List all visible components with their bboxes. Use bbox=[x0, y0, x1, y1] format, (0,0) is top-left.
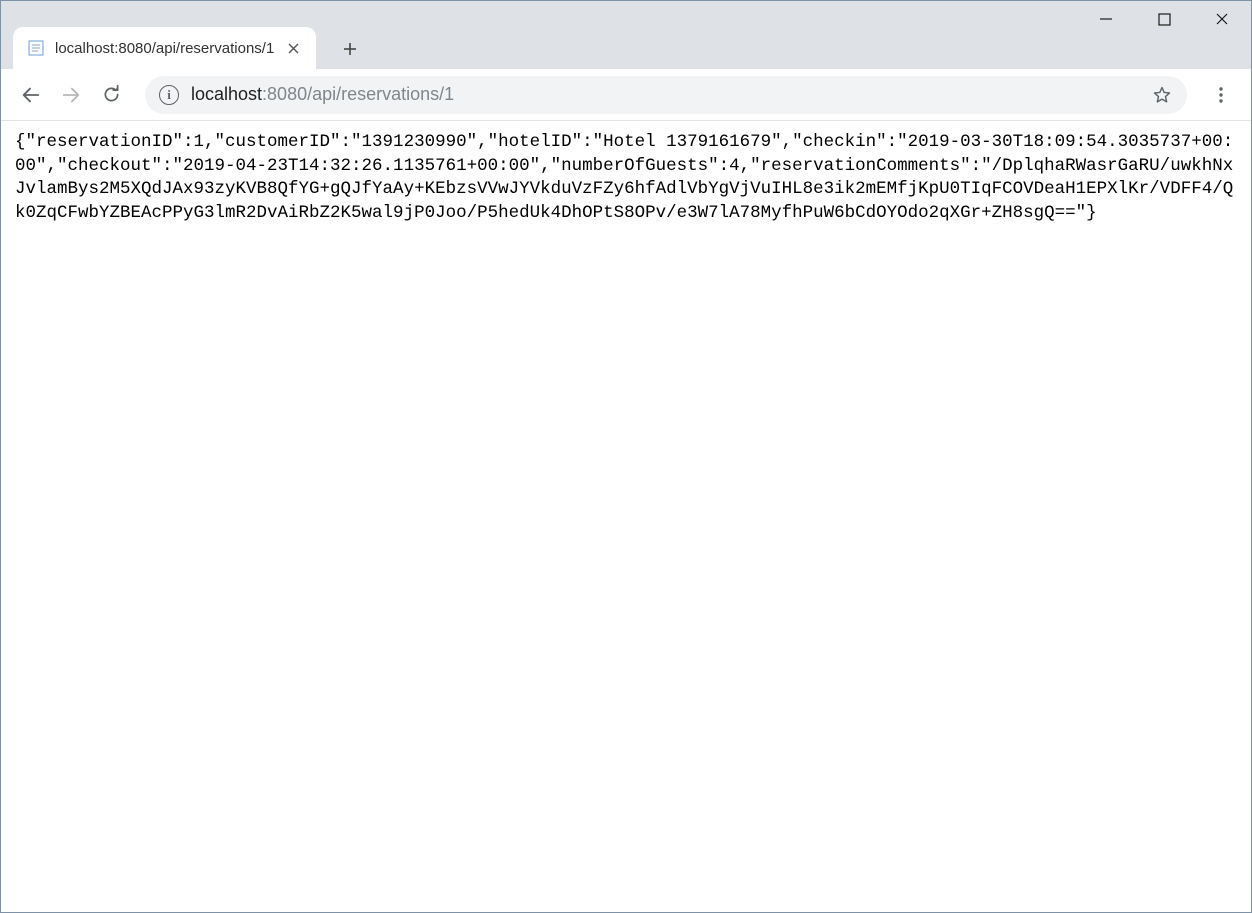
back-button[interactable] bbox=[11, 75, 51, 115]
reload-button[interactable] bbox=[91, 75, 131, 115]
url-host: localhost bbox=[191, 84, 262, 104]
tab-title: localhost:8080/api/reservations/1 bbox=[55, 40, 274, 57]
kebab-menu-icon bbox=[1212, 86, 1230, 104]
menu-button[interactable] bbox=[1201, 75, 1241, 115]
maximize-button[interactable] bbox=[1135, 1, 1193, 37]
arrow-right-icon bbox=[60, 84, 82, 106]
maximize-icon bbox=[1158, 13, 1171, 26]
tab-close-button[interactable] bbox=[284, 39, 302, 57]
close-icon bbox=[288, 43, 299, 54]
viewport: {"reservationID":1,"customerID":"1391230… bbox=[1, 121, 1251, 912]
browser-window: localhost:8080/api/reservations/1 i loca… bbox=[0, 0, 1252, 913]
new-tab-button[interactable] bbox=[332, 31, 368, 67]
window-controls bbox=[1077, 1, 1251, 37]
forward-button[interactable] bbox=[51, 75, 91, 115]
tab-strip: localhost:8080/api/reservations/1 bbox=[13, 23, 368, 69]
close-icon bbox=[1215, 12, 1229, 26]
window-close-button[interactable] bbox=[1193, 1, 1251, 37]
star-icon bbox=[1152, 85, 1172, 105]
plus-icon bbox=[342, 41, 358, 57]
url-path: :8080/api/reservations/1 bbox=[262, 84, 454, 104]
bookmark-button[interactable] bbox=[1151, 84, 1173, 106]
toolbar: i localhost:8080/api/reservations/1 bbox=[1, 69, 1251, 121]
address-bar[interactable]: i localhost:8080/api/reservations/1 bbox=[145, 76, 1187, 114]
titlebar: localhost:8080/api/reservations/1 bbox=[1, 1, 1251, 69]
minimize-button[interactable] bbox=[1077, 1, 1135, 37]
url-text: localhost:8080/api/reservations/1 bbox=[191, 84, 1139, 105]
site-info-icon[interactable]: i bbox=[159, 85, 179, 105]
page-favicon-icon bbox=[27, 39, 45, 57]
reload-icon bbox=[101, 84, 122, 105]
arrow-left-icon bbox=[20, 84, 42, 106]
response-body: {"reservationID":1,"customerID":"1391230… bbox=[15, 131, 1237, 226]
tab-active[interactable]: localhost:8080/api/reservations/1 bbox=[13, 27, 316, 69]
minimize-icon bbox=[1099, 12, 1113, 26]
